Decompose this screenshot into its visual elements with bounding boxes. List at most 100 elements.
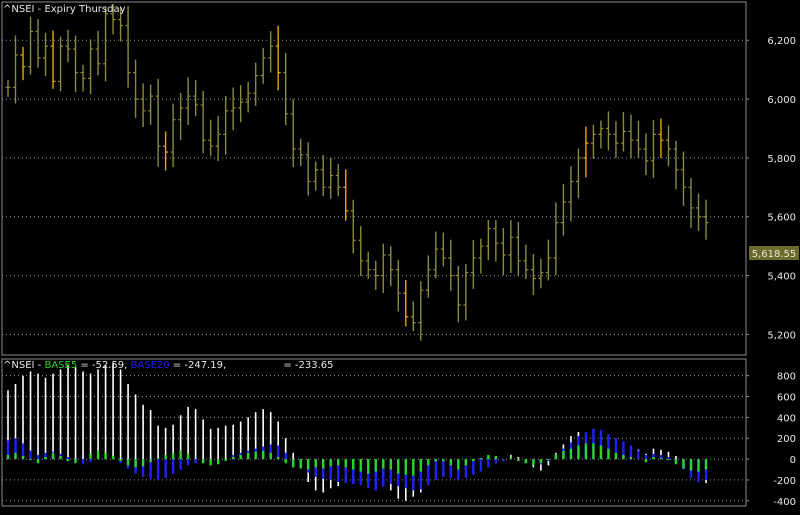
price-bar: [133, 59, 139, 118]
price-bar: [5, 79, 11, 97]
price-bar: [140, 83, 146, 128]
price-bar: [290, 99, 296, 167]
price-bar: [523, 244, 529, 280]
chart-canvas[interactable]: 5,200 5,400 5,600 5,800 6,000 6,200 -400 -200 0 2…: [0, 0, 800, 511]
last-value-label: 5,618.55: [752, 249, 797, 260]
price-bar: [410, 301, 416, 332]
price-bar: [688, 178, 694, 228]
price-bar: [13, 35, 19, 104]
oscillator-bars: [6, 363, 708, 501]
price-bar: [103, 6, 109, 82]
legend-base20-value: = -247.19,: [170, 360, 230, 371]
price-bar: [73, 35, 79, 93]
price-bar: [403, 279, 409, 327]
price-bar: [470, 239, 476, 289]
price-bar: [530, 253, 536, 296]
price-bar: [695, 193, 701, 231]
price-bar: [568, 166, 574, 222]
price-bar: [560, 183, 566, 236]
price-bar: [200, 90, 206, 154]
price-bar: [335, 164, 341, 197]
price-bar: [305, 142, 311, 196]
price-bar: [365, 251, 371, 279]
price-bar: [260, 47, 266, 84]
price-bar: [440, 232, 446, 267]
oscillator-tick-label: 200: [777, 434, 796, 445]
price-bar: [223, 95, 229, 155]
price-bar: [230, 87, 236, 131]
price-bar: [178, 92, 184, 141]
price-bar: [245, 82, 251, 113]
oscillator-tick-label: -400: [773, 497, 796, 508]
price-bar: [193, 79, 199, 117]
price-bar: [658, 118, 664, 158]
price-bar: [673, 140, 679, 190]
price-bar: [148, 84, 154, 125]
price-bar: [628, 114, 634, 159]
price-bar: [493, 220, 499, 262]
price-bar: [358, 226, 364, 277]
axes: 5,200 5,400 5,600 5,800 6,000 6,200 -400 -200 0 2…: [746, 36, 796, 508]
price-bar: [238, 85, 244, 123]
price-grid: [2, 39, 746, 335]
price-bar: [395, 259, 401, 312]
price-panel-frame: [1, 1, 747, 356]
price-bar: [50, 30, 56, 89]
price-bar: [80, 64, 86, 92]
legend-diff-value: = -233.65: [283, 360, 333, 371]
price-bar: [508, 219, 514, 274]
price-bar: [598, 120, 604, 149]
price-bar: [703, 199, 709, 240]
price-bar: [95, 30, 101, 76]
price-bar: [350, 199, 356, 254]
oscillator-tick-label: 0: [790, 455, 796, 466]
price-bar: [680, 151, 686, 206]
price-bar: [448, 239, 454, 291]
price-bars: [5, 3, 709, 341]
price-bar: [643, 133, 649, 176]
price-bar: [418, 281, 424, 341]
price-bar: [215, 115, 221, 162]
price-bar: [620, 112, 626, 152]
price-tick-label: 6,000: [767, 95, 796, 106]
price-bar: [545, 239, 551, 281]
price-tick-label: 5,400: [767, 272, 796, 283]
price-bar: [208, 119, 214, 157]
price-bar: [28, 16, 34, 75]
price-tick-label: 6,200: [767, 36, 796, 47]
legend-base20-name: BASE20: [131, 360, 170, 371]
price-bar: [343, 169, 349, 221]
price-bar: [35, 19, 41, 68]
legend-base5-value: = -52.59,: [77, 360, 130, 371]
price-bar: [650, 120, 656, 178]
price-bar: [328, 157, 334, 199]
price-bar: [500, 227, 506, 276]
price-bar: [425, 255, 431, 298]
price-bar: [388, 246, 394, 287]
price-bar: [665, 125, 671, 167]
price-bar: [253, 62, 259, 106]
price-bar: [575, 148, 581, 199]
price-bar: [455, 265, 461, 323]
price-bar: [635, 120, 641, 159]
price-bar: [553, 202, 559, 275]
price-bar: [298, 138, 304, 167]
price-bar: [433, 231, 439, 279]
price-bar: [613, 121, 619, 158]
oscillator-tick-label: 600: [777, 393, 796, 404]
price-tick-label: 5,200: [767, 330, 796, 341]
price-tick-label: 5,800: [767, 154, 796, 165]
price-bar: [590, 124, 596, 159]
price-bar: [380, 243, 386, 294]
price-bar: [268, 31, 274, 73]
price-bar: [515, 221, 521, 277]
price-tick-label: 5,600: [767, 213, 796, 224]
price-bar: [485, 219, 491, 261]
price-bar: [583, 126, 589, 178]
price-bar: [313, 161, 319, 191]
price-bar: [43, 32, 49, 77]
legend-base5-name: BASE5: [44, 360, 77, 371]
price-bar: [283, 53, 289, 126]
oscillator-legend: ^NSEI - BASE5 = -52.59, BASE20 = -247.19…: [3, 360, 333, 371]
price-bar: [320, 155, 326, 197]
